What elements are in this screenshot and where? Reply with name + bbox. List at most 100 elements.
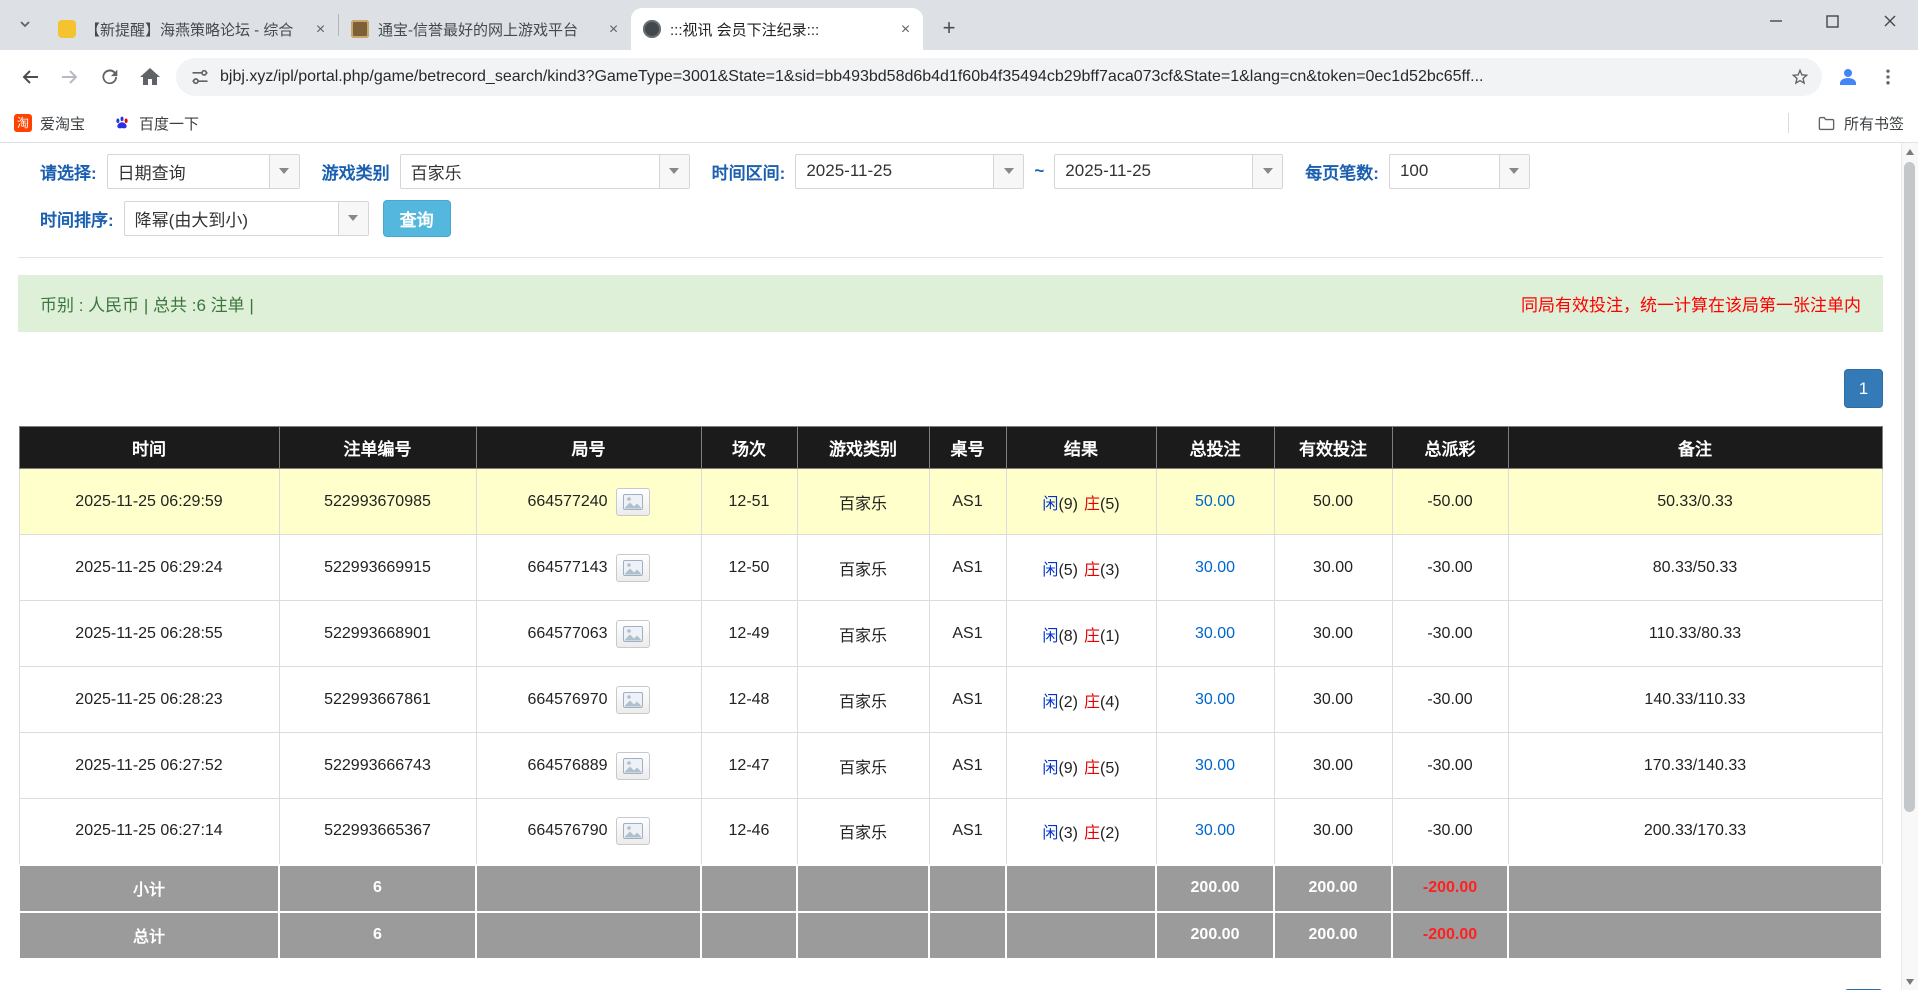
combo-arrow-button[interactable] xyxy=(659,155,689,188)
all-bookmarks-button[interactable]: 所有书签 xyxy=(1817,113,1904,134)
scroll-down-arrow[interactable] xyxy=(1902,973,1918,990)
cell-note: 200.33/170.33 xyxy=(1508,799,1882,865)
scrollbar-thumb[interactable] xyxy=(1904,162,1915,812)
address-bar[interactable]: bjbj.xyz/ipl/portal.php/game/betrecord_s… xyxy=(176,58,1822,96)
bookmark-star-button[interactable] xyxy=(1784,61,1816,93)
cell-table-no: AS1 xyxy=(929,535,1006,601)
total-label: 总计 xyxy=(19,912,279,959)
filter-row-1: 请选择: 日期查询 游戏类别 百家乐 时间区间: 2025-11-25 ~ xyxy=(40,149,1883,193)
result-image-button[interactable] xyxy=(616,554,650,582)
subtotal-payout: -200.00 xyxy=(1392,865,1508,912)
cell-time: 2025-11-25 06:28:55 xyxy=(19,601,279,667)
refresh-button[interactable] xyxy=(90,57,130,97)
cell-valid-bet: 30.00 xyxy=(1274,799,1392,865)
result-image-button[interactable] xyxy=(616,620,650,648)
menu-button[interactable] xyxy=(1868,57,1908,97)
cell-session: 12-50 xyxy=(701,535,797,601)
tongbao-favicon-icon xyxy=(351,20,369,38)
forward-button[interactable] xyxy=(50,57,90,97)
total-bet-link[interactable]: 30.00 xyxy=(1195,757,1235,774)
tab-close-button[interactable]: × xyxy=(311,20,330,39)
combo-arrow-button[interactable] xyxy=(338,202,368,235)
cell-bet-id: 522993670985 xyxy=(279,469,476,535)
cell-bet-id: 522993666743 xyxy=(279,733,476,799)
browser-tab-forum[interactable]: 【新提醒】海燕策略论坛 - 综合 × xyxy=(46,8,338,50)
result-player: 闲 xyxy=(1042,562,1058,579)
table-row: 2025-11-25 06:27:14 522993665367 6645767… xyxy=(19,799,1882,865)
page-button-1[interactable]: 1 xyxy=(1844,369,1883,408)
total-bet-link[interactable]: 30.00 xyxy=(1195,625,1235,642)
query-mode-select[interactable]: 日期查询 xyxy=(107,154,300,189)
bookmark-taobao[interactable]: 淘 爱淘宝 xyxy=(14,113,85,134)
total-bet-link[interactable]: 30.00 xyxy=(1195,822,1235,839)
site-settings-icon[interactable] xyxy=(190,67,210,87)
page-size-label: 每页笔数: xyxy=(1305,159,1379,184)
game-type-select[interactable]: 百家乐 xyxy=(400,154,690,189)
date-to-input[interactable]: 2025-11-25 xyxy=(1054,154,1283,189)
col-header-total-bet: 总投注 xyxy=(1156,427,1274,469)
back-icon xyxy=(18,65,42,89)
combo-arrow-button[interactable] xyxy=(269,155,299,188)
betrecord-favicon-icon xyxy=(643,20,661,38)
page-size-select[interactable]: 100 xyxy=(1389,154,1530,189)
cell-valid-bet: 30.00 xyxy=(1274,733,1392,799)
cell-session: 12-47 xyxy=(701,733,797,799)
combo-arrow-button[interactable] xyxy=(1499,155,1529,188)
date-from-input[interactable]: 2025-11-25 xyxy=(795,154,1024,189)
window-maximize-button[interactable] xyxy=(1804,0,1861,42)
result-player-score: (5) xyxy=(1058,562,1078,579)
total-bet-link[interactable]: 30.00 xyxy=(1195,691,1235,708)
table-row: 2025-11-25 06:27:52 522993666743 6645768… xyxy=(19,733,1882,799)
cell-payout: -30.00 xyxy=(1392,535,1508,601)
picture-icon xyxy=(623,560,643,576)
total-bet-link[interactable]: 30.00 xyxy=(1195,559,1235,576)
select-mode-label: 请选择: xyxy=(40,159,97,184)
round-number: 664576790 xyxy=(527,822,607,840)
cell-total-bet: 30.00 xyxy=(1156,667,1274,733)
sort-order-select[interactable]: 降幂(由大到小) xyxy=(124,201,369,236)
bookmarks-bar: 淘 爱淘宝 百度一下 所有书签 xyxy=(0,104,1918,143)
result-player: 闲 xyxy=(1042,825,1058,842)
cell-game-type: 百家乐 xyxy=(797,535,929,601)
search-button[interactable]: 查询 xyxy=(383,200,451,237)
cell-game-type: 百家乐 xyxy=(797,799,929,865)
scroll-up-arrow[interactable] xyxy=(1902,143,1918,160)
new-tab-button[interactable]: + xyxy=(933,12,965,44)
combo-arrow-button[interactable] xyxy=(993,155,1023,188)
col-header-table: 桌号 xyxy=(929,427,1006,469)
window-close-button[interactable] xyxy=(1861,0,1918,42)
date-range-label: 时间区间: xyxy=(712,159,786,184)
cell-payout: -30.00 xyxy=(1392,667,1508,733)
cell-session: 12-46 xyxy=(701,799,797,865)
picture-icon xyxy=(623,626,643,642)
cell-total-bet: 30.00 xyxy=(1156,799,1274,865)
profile-button[interactable] xyxy=(1828,57,1868,97)
browser-tab-tongbao[interactable]: 通宝-信誉最好的网上游戏平台 × xyxy=(339,8,631,50)
bookmark-baidu[interactable]: 百度一下 xyxy=(113,113,199,134)
cell-time: 2025-11-25 06:29:24 xyxy=(19,535,279,601)
combo-arrow-button[interactable] xyxy=(1252,155,1282,188)
back-button[interactable] xyxy=(10,57,50,97)
result-image-button[interactable] xyxy=(616,488,650,516)
browser-tab-betrecord[interactable]: :::视讯 会员下注纪录::: × xyxy=(631,8,923,50)
result-banker: 庄 xyxy=(1084,694,1100,711)
col-header-valid-bet: 有效投注 xyxy=(1274,427,1392,469)
window-minimize-button[interactable] xyxy=(1747,0,1804,42)
round-number: 664577063 xyxy=(527,625,607,643)
sort-label: 时间排序: xyxy=(40,206,114,231)
tab-close-button[interactable]: × xyxy=(896,20,915,39)
home-button[interactable] xyxy=(130,57,170,97)
result-image-button[interactable] xyxy=(616,752,650,780)
col-header-round: 局号 xyxy=(476,427,701,469)
page-scrollbar[interactable] xyxy=(1901,143,1918,990)
profile-icon xyxy=(1836,65,1860,89)
total-bet-link[interactable]: 50.00 xyxy=(1195,493,1235,510)
result-image-button[interactable] xyxy=(616,686,650,714)
tab-close-button[interactable]: × xyxy=(604,20,623,39)
cell-payout: -30.00 xyxy=(1392,799,1508,865)
tab-search-button[interactable] xyxy=(8,8,42,42)
result-image-button[interactable] xyxy=(616,817,650,845)
note-warning-text: 同局有效投注，统一计算在该局第一张注单内 xyxy=(1521,291,1861,316)
result-player: 闲 xyxy=(1042,628,1058,645)
cell-game-type: 百家乐 xyxy=(797,469,929,535)
